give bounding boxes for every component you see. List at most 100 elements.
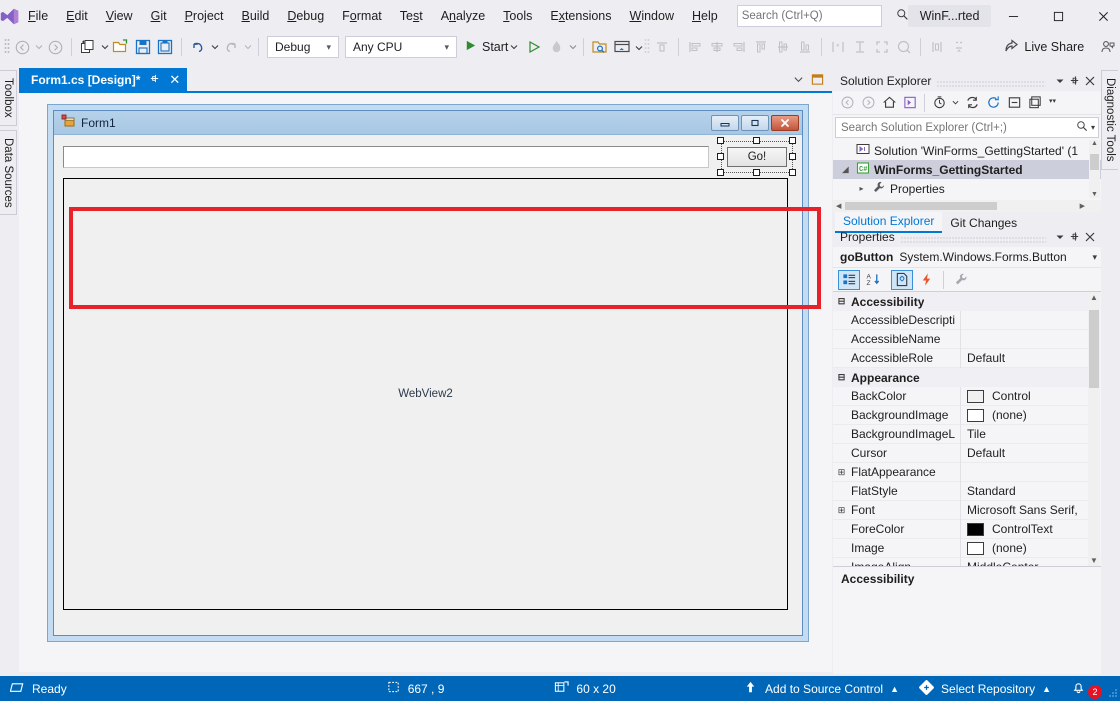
vertical-spacing-button[interactable] (948, 35, 970, 59)
tool-window-icon[interactable] (811, 73, 824, 89)
property-category-row[interactable]: ⊟ Appearance (833, 368, 1088, 387)
save-all-button[interactable] (154, 35, 176, 59)
wrench-icon[interactable] (950, 270, 972, 290)
navigate-backward-button[interactable] (11, 35, 33, 59)
home-icon[interactable] (879, 93, 899, 113)
start-caret-icon[interactable] (508, 43, 519, 51)
scroll-up-arrow-icon[interactable]: ▲ (1089, 140, 1100, 147)
search-options-caret-icon[interactable]: ▾ (1088, 123, 1095, 132)
menu-help[interactable]: Help (683, 3, 727, 29)
align-tops-button[interactable] (750, 35, 772, 59)
back-icon[interactable] (837, 93, 857, 113)
tree-item-solution[interactable]: Solution 'WinForms_GettingStarted' (1 (833, 141, 1101, 160)
categorized-icon[interactable] (838, 270, 860, 290)
menu-edit[interactable]: Edit (57, 3, 97, 29)
property-row[interactable]: ForeColor ControlText (833, 520, 1088, 539)
solution-search-input[interactable] (841, 122, 1076, 134)
pin-icon[interactable] (1067, 72, 1082, 90)
scroll-thumb[interactable] (1090, 154, 1099, 170)
platform-combo[interactable]: Any CPU ▾ (345, 36, 457, 58)
scroll-right-arrow-icon[interactable]: ▶ (1080, 202, 1085, 210)
property-value-cell[interactable]: ControlText (961, 522, 1088, 536)
menu-tools[interactable]: Tools (494, 3, 541, 29)
property-row[interactable]: Cursor Default (833, 444, 1088, 463)
property-row[interactable]: ⊞ Font Microsoft Sans Serif, (833, 501, 1088, 520)
property-value[interactable]: Tile (961, 427, 1088, 441)
solution-tree-vscrollbar[interactable]: ▲ ▼ (1089, 140, 1100, 198)
scroll-down-arrow-icon[interactable]: ▼ (1088, 556, 1100, 565)
scroll-down-arrow-icon[interactable]: ▼ (1089, 191, 1100, 198)
address-textbox[interactable] (63, 146, 709, 168)
new-item-caret-icon[interactable] (99, 43, 110, 51)
webview2-control[interactable]: WebView2 (63, 178, 788, 610)
menu-file[interactable]: File (19, 3, 57, 29)
send-feedback-button[interactable] (1097, 35, 1119, 59)
menu-git[interactable]: Git (142, 3, 176, 29)
tab-form1-cs-design[interactable]: Form1.cs [Design]* ✕ (19, 68, 187, 91)
notifications-button[interactable]: 2 (1061, 676, 1106, 701)
undo-caret-icon[interactable] (209, 43, 220, 51)
close-icon[interactable] (1082, 72, 1097, 90)
designer-caret-icon[interactable] (633, 43, 644, 51)
make-same-height-button[interactable] (849, 35, 871, 59)
menu-test[interactable]: Test (391, 3, 432, 29)
property-row[interactable]: Image (none) (833, 539, 1088, 558)
property-row[interactable]: ImageAlign MiddleCenter (833, 558, 1088, 566)
alphabetical-sort-icon[interactable]: AZ (862, 270, 884, 290)
scroll-left-arrow-icon[interactable]: ◀ (833, 202, 844, 210)
collapse-all-icon[interactable] (1004, 93, 1024, 113)
save-button[interactable] (132, 35, 154, 59)
zoom-button[interactable] (893, 35, 915, 59)
solution-explorer-search[interactable]: ▾ (835, 117, 1099, 138)
add-to-source-control-button[interactable]: Add to Source Control ▲ (733, 676, 909, 701)
property-value-cell[interactable]: (none) (961, 541, 1088, 555)
chevron-down-icon[interactable] (793, 74, 804, 88)
layout-toolbar-grip[interactable] (644, 38, 651, 56)
menu-view[interactable]: View (97, 3, 142, 29)
hot-reload-caret-icon[interactable] (567, 43, 578, 51)
minimize-button[interactable] (991, 0, 1036, 32)
resize-handle-nw[interactable] (717, 137, 724, 144)
design-form-close-button[interactable] (771, 115, 799, 131)
align-to-grid-button[interactable] (651, 35, 673, 59)
configuration-combo[interactable]: Debug ▾ (267, 36, 339, 58)
tree-item-properties[interactable]: ▸ Properties (833, 179, 1101, 198)
properties-window-icon[interactable] (1025, 93, 1045, 113)
tree-expander[interactable]: ◢ (839, 165, 852, 174)
pane-drag-grip[interactable] (937, 77, 1046, 85)
start-debug-button[interactable]: Start (460, 35, 523, 59)
property-value-cell[interactable]: Control (961, 389, 1088, 403)
menu-analyze[interactable]: Analyze (432, 3, 494, 29)
menu-extensions[interactable]: Extensions (541, 3, 620, 29)
close-icon[interactable]: ✕ (169, 72, 180, 88)
maximize-button[interactable] (1036, 0, 1081, 32)
solution-tree[interactable]: Solution 'WinForms_GettingStarted' (1 ◢ … (833, 138, 1101, 200)
tab-git-changes[interactable]: Git Changes (942, 214, 1025, 233)
property-value[interactable]: Standard (961, 484, 1088, 498)
property-row[interactable]: FlatStyle Standard (833, 482, 1088, 501)
property-value[interactable]: Default (961, 351, 1088, 365)
menu-project[interactable]: Project (176, 3, 233, 29)
design-form-minimize-button[interactable] (711, 115, 739, 131)
menu-debug[interactable]: Debug (278, 3, 333, 29)
form-designer-surface[interactable]: Form1 (19, 95, 832, 672)
property-row[interactable]: BackColor Control (833, 387, 1088, 406)
chevron-down-icon[interactable]: ▾ (1092, 252, 1097, 263)
forward-icon[interactable] (858, 93, 878, 113)
align-lefts-button[interactable] (684, 35, 706, 59)
navigate-backward-caret-icon[interactable] (33, 43, 44, 51)
chevron-down-icon[interactable] (1052, 72, 1067, 90)
pin-icon[interactable] (1067, 228, 1082, 246)
chevron-down-icon[interactable] (950, 99, 961, 106)
select-repository-button[interactable]: Select Repository ▲ (909, 676, 1061, 701)
resize-handle-e[interactable] (789, 153, 796, 160)
designer-view-button[interactable] (611, 35, 633, 59)
overflow-icon[interactable]: ▾▾ (1046, 93, 1060, 113)
navigate-forward-button[interactable] (44, 35, 66, 59)
design-form-body[interactable]: Go! WebView2 (54, 136, 802, 635)
open-file-button[interactable] (110, 35, 132, 59)
expand-icon[interactable]: ⊞ (833, 467, 850, 478)
solution-explorer-search-button[interactable] (589, 35, 611, 59)
resize-handle-se[interactable] (789, 169, 796, 176)
menu-window[interactable]: Window (621, 3, 683, 29)
